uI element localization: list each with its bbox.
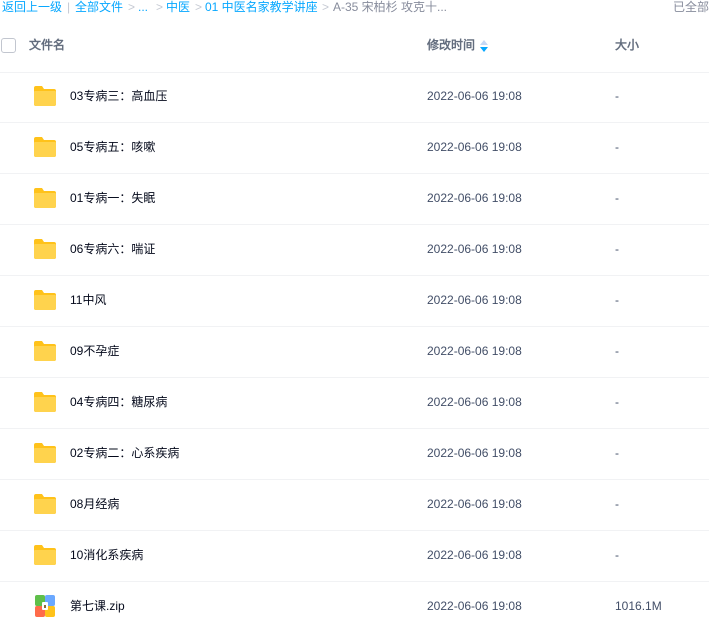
all-files-link[interactable]: 全部文件 bbox=[75, 0, 123, 14]
file-row[interactable]: 06专病六：喘证 2022-06-06 19:08 - bbox=[0, 225, 709, 276]
file-row[interactable]: 10消化系疾病 2022-06-06 19:08 - bbox=[0, 531, 709, 582]
file-size: - bbox=[615, 242, 619, 256]
file-modified-time: 2022-06-06 19:08 bbox=[427, 140, 522, 154]
folder-icon[interactable] bbox=[33, 544, 57, 566]
file-name[interactable]: 03专病三：高血压 bbox=[70, 89, 167, 103]
breadcrumb-separator: > bbox=[156, 0, 164, 14]
back-link[interactable]: 返回上一级 bbox=[2, 0, 62, 14]
breadcrumb-separator: > bbox=[195, 0, 203, 14]
column-header-size[interactable]: 大小 bbox=[615, 38, 639, 52]
file-modified-time: 2022-06-06 19:08 bbox=[427, 395, 522, 409]
file-list: 03专病三：高血压 2022-06-06 19:08 - 05专病五：咳嗽 2022-… bbox=[0, 72, 709, 627]
file-name[interactable]: 01专病一：失眠 bbox=[70, 191, 155, 205]
loaded-all-label: 已全部 bbox=[672, 0, 709, 14]
file-modified-time: 2022-06-06 19:08 bbox=[427, 89, 522, 103]
folder-icon[interactable] bbox=[33, 340, 57, 362]
breadcrumb-folder-lectures[interactable]: 01 中医名家教学讲座 bbox=[205, 0, 318, 14]
file-size: - bbox=[615, 548, 619, 562]
file-modified-time: 2022-06-06 19:08 bbox=[427, 191, 522, 205]
file-size: - bbox=[615, 395, 619, 409]
column-header-modified[interactable]: 修改时间 bbox=[427, 38, 475, 52]
folder-icon[interactable] bbox=[33, 493, 57, 515]
file-row[interactable]: 05专病五：咳嗽 2022-06-06 19:08 - bbox=[0, 123, 709, 174]
file-size: - bbox=[615, 191, 619, 205]
file-name[interactable]: 11中风 bbox=[70, 293, 106, 307]
file-name[interactable]: 05专病五：咳嗽 bbox=[70, 140, 155, 154]
file-name[interactable]: 第七课.zip bbox=[70, 599, 125, 613]
file-size: 1016.1M bbox=[615, 599, 662, 613]
file-row[interactable]: 09不孕症 2022-06-06 19:08 - bbox=[0, 327, 709, 378]
breadcrumb-current-folder: A-35 宋柏杉 攻克十... bbox=[333, 0, 448, 14]
sort-icon[interactable] bbox=[480, 39, 488, 52]
file-row[interactable]: 03专病三：高血压 2022-06-06 19:08 - bbox=[0, 72, 709, 123]
file-name[interactable]: 06专病六：喘证 bbox=[70, 242, 155, 256]
file-row[interactable]: 08月经病 2022-06-06 19:08 - bbox=[0, 480, 709, 531]
folder-icon[interactable] bbox=[33, 442, 57, 464]
folder-icon[interactable] bbox=[33, 136, 57, 158]
folder-icon[interactable] bbox=[33, 85, 57, 107]
file-size: - bbox=[615, 293, 619, 307]
folder-icon[interactable] bbox=[33, 238, 57, 260]
file-size: - bbox=[615, 446, 619, 460]
breadcrumb-separator: > bbox=[128, 0, 136, 14]
file-modified-time: 2022-06-06 19:08 bbox=[427, 446, 522, 460]
file-size: - bbox=[615, 89, 619, 103]
breadcrumb-ellipsis[interactable]: ... bbox=[138, 0, 148, 14]
file-row[interactable]: 04专病四：糖尿病 2022-06-06 19:08 - bbox=[0, 378, 709, 429]
file-modified-time: 2022-06-06 19:08 bbox=[427, 497, 522, 511]
table-header: 文件名 修改时间 大小 bbox=[0, 22, 709, 73]
breadcrumb-folder-tcm[interactable]: 中医 bbox=[166, 0, 190, 14]
file-name[interactable]: 10消化系疾病 bbox=[70, 548, 143, 562]
breadcrumb: 返回上一级 | 全部文件 > ... > 中医 > 01 中医名家教学讲座 > … bbox=[0, 0, 709, 16]
folder-icon[interactable] bbox=[33, 187, 57, 209]
breadcrumb-separator: > bbox=[322, 0, 330, 14]
file-size: - bbox=[615, 497, 619, 511]
file-modified-time: 2022-06-06 19:08 bbox=[427, 344, 522, 358]
select-all-checkbox[interactable] bbox=[1, 38, 16, 53]
file-name[interactable]: 04专病四：糖尿病 bbox=[70, 395, 167, 409]
file-row[interactable]: 01专病一：失眠 2022-06-06 19:08 - bbox=[0, 174, 709, 225]
file-size: - bbox=[615, 140, 619, 154]
folder-icon[interactable] bbox=[33, 289, 57, 311]
file-modified-time: 2022-06-06 19:08 bbox=[427, 599, 522, 613]
breadcrumb-separator: | bbox=[67, 0, 71, 14]
file-modified-time: 2022-06-06 19:08 bbox=[427, 242, 522, 256]
file-name[interactable]: 02专病二：心系疾病 bbox=[70, 446, 179, 460]
file-modified-time: 2022-06-06 19:08 bbox=[427, 548, 522, 562]
file-name[interactable]: 09不孕症 bbox=[70, 344, 119, 358]
file-size: - bbox=[615, 344, 619, 358]
file-name[interactable]: 08月经病 bbox=[70, 497, 119, 511]
file-row[interactable]: 02专病二：心系疾病 2022-06-06 19:08 - bbox=[0, 429, 709, 480]
file-browser: 返回上一级 | 全部文件 > ... > 中医 > 01 中医名家教学讲座 > … bbox=[0, 0, 709, 627]
zip-archive-icon[interactable] bbox=[33, 595, 57, 617]
file-modified-time: 2022-06-06 19:08 bbox=[427, 293, 522, 307]
file-row[interactable]: 11中风 2022-06-06 19:08 - bbox=[0, 276, 709, 327]
folder-icon[interactable] bbox=[33, 391, 57, 413]
file-row[interactable]: 第七课.zip 2022-06-06 19:08 1016.1M bbox=[0, 582, 709, 627]
column-header-name[interactable]: 文件名 bbox=[29, 38, 65, 52]
